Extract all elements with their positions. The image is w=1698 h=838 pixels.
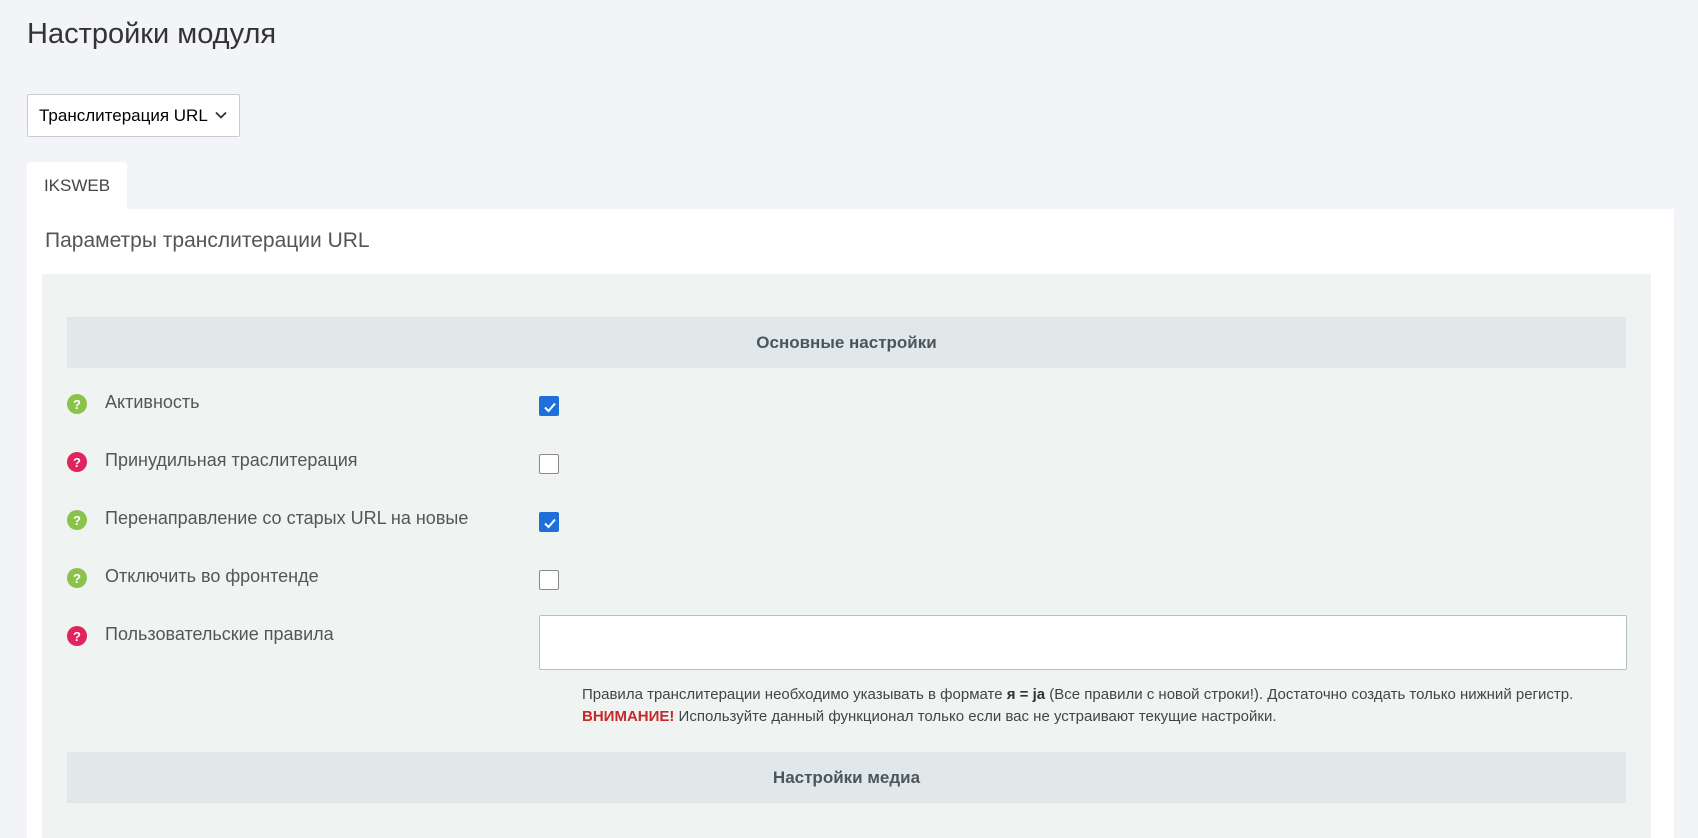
- custom-rules-textarea[interactable]: [539, 615, 1627, 670]
- section-heading-main: Основные настройки: [67, 317, 1626, 368]
- setting-label: Перенаправление со старых URL на новые: [105, 508, 469, 528]
- settings-form: Основные настройки ? Активность ? Принуд…: [42, 274, 1651, 838]
- help-icon[interactable]: ?: [67, 626, 87, 646]
- check-icon: [544, 402, 556, 413]
- section-heading-media: Настройки медиа: [67, 752, 1626, 803]
- warning-text: Используйте данный функционал только есл…: [674, 708, 1277, 725]
- setting-label: Отключить во фронтенде: [105, 566, 319, 586]
- chevron-down-icon: [215, 111, 227, 119]
- rules-hint-text-2: (Все правили с новой строки!). Достаточн…: [1045, 686, 1574, 703]
- setting-row-custom-rules: ? Пользовательские правила: [67, 615, 1627, 670]
- help-icon[interactable]: ?: [67, 452, 87, 472]
- help-icon[interactable]: ?: [67, 568, 87, 588]
- warning-label: ВНИМАНИЕ!: [582, 708, 675, 725]
- page-title: Настройки модуля: [27, 18, 277, 50]
- panel-title: Параметры транслитерации URL: [45, 229, 370, 252]
- disable-frontend-checkbox[interactable]: [539, 570, 559, 590]
- setting-label: Активность: [105, 392, 200, 412]
- active-checkbox[interactable]: [539, 396, 559, 416]
- setting-row-frontend: ? Отключить во фронтенде: [67, 566, 1627, 608]
- setting-label: Принудильная траслитерация: [105, 450, 358, 470]
- redirect-checkbox[interactable]: [539, 512, 559, 532]
- help-icon[interactable]: ?: [67, 394, 87, 414]
- rules-warning: ВНИМАНИЕ! Используйте данный функционал …: [582, 708, 1277, 725]
- help-icon[interactable]: ?: [67, 510, 87, 530]
- rules-hint: Правила транслитерации необходимо указыв…: [582, 686, 1573, 703]
- rules-hint-example: я = ja: [1006, 686, 1046, 703]
- tab-iksweb[interactable]: IKSWEB: [27, 162, 127, 209]
- setting-row-redirect: ? Перенаправление со старых URL на новые: [67, 508, 1627, 550]
- setting-row-active: ? Активность: [67, 392, 1627, 434]
- rules-hint-text: Правила транслитерации необходимо указыв…: [582, 686, 1007, 703]
- settings-panel: Параметры транслитерации URL Основные на…: [27, 209, 1674, 838]
- module-select[interactable]: Транслитерация URL: [27, 94, 240, 137]
- forced-transliteration-checkbox[interactable]: [539, 454, 559, 474]
- setting-label: Пользовательские правила: [105, 624, 334, 644]
- check-icon: [544, 518, 556, 529]
- module-select-value: Транслитерация URL: [39, 105, 208, 125]
- setting-row-forced: ? Принудильная траслитерация: [67, 450, 1627, 492]
